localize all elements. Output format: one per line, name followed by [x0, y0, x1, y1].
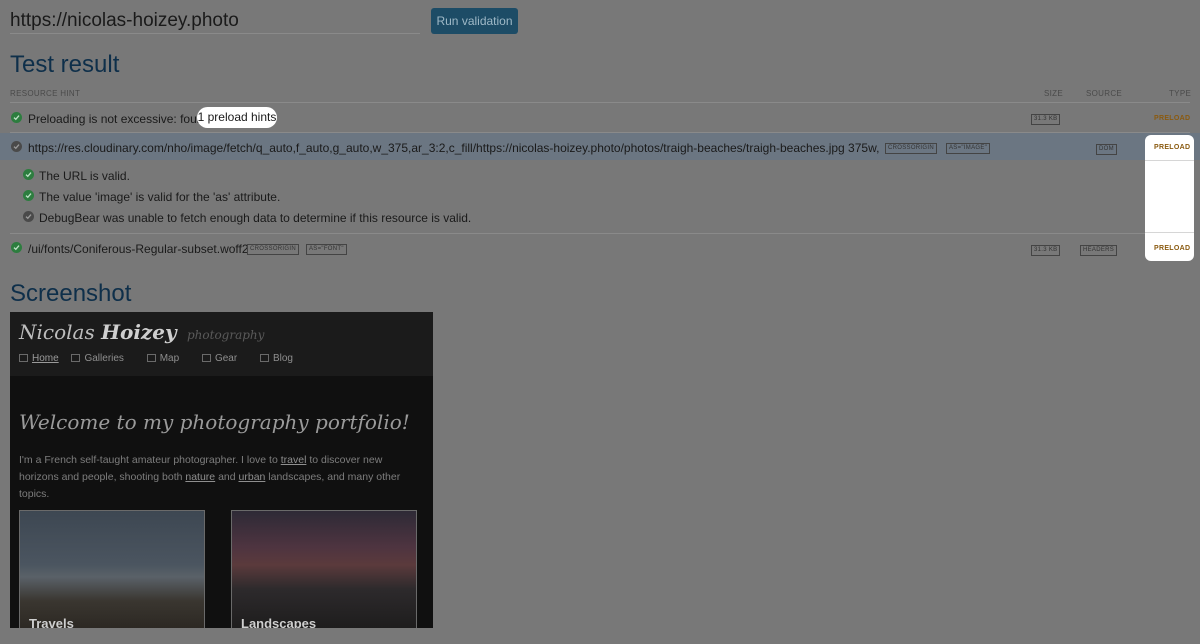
home-icon: [19, 354, 28, 362]
col-resource-hint: RESOURCE HINT: [10, 89, 81, 98]
nav-blog: Blog: [259, 353, 303, 364]
preload-count-highlight: 1 preload hints: [197, 107, 277, 128]
size-badge: 31.3 KB: [1031, 245, 1061, 256]
source-badge: HEADERS: [1080, 245, 1118, 256]
check-text: The URL is valid.: [39, 169, 130, 183]
check-icon: [11, 242, 22, 253]
card-title: Travels: [29, 616, 74, 628]
check-icon: [23, 169, 34, 180]
summary-text: Preloading is not excessive: found: [28, 112, 211, 126]
test-result-heading: Test result: [10, 51, 120, 78]
site-header: Nicolas Hoizey photography Home Gallerie…: [10, 312, 433, 376]
divider: [10, 233, 1190, 234]
gallery-card-landscapes: Landscapes: [231, 510, 417, 628]
as-tag: AS="FONT": [306, 244, 347, 255]
gallery-card-travels: Travels: [19, 510, 205, 628]
run-validation-button[interactable]: Run validation: [431, 8, 518, 34]
nav-home: Home: [19, 353, 59, 364]
brand-sub: photography: [187, 328, 265, 342]
camera-icon: [201, 354, 211, 362]
brand-last: Hoizey: [101, 320, 177, 344]
type-label: PRELOAD: [1154, 144, 1191, 151]
col-type: TYPE: [1169, 89, 1192, 98]
nav-map: Map: [146, 353, 189, 364]
check-icon: [11, 112, 22, 123]
check-text: The value 'image' is valid for the 'as' …: [39, 190, 281, 204]
divider: [10, 102, 1190, 103]
page-screenshot: Nicolas Hoizey photography Home Gallerie…: [10, 312, 433, 628]
check-text: DebugBear was unable to fetch enough dat…: [39, 211, 472, 225]
divider: [1145, 232, 1194, 233]
nav-galleries: Galleries: [71, 353, 133, 364]
hint-url: https://res.cloudinary.com/nho/image/fet…: [28, 141, 880, 155]
divider: [1145, 160, 1194, 161]
site-nav: Home Galleries Map Gear Blog: [19, 353, 313, 364]
site-welcome: Welcome to my photography portfolio!: [19, 410, 410, 434]
hint-url: /ui/fonts/Coniferous-Regular-subset.woff…: [28, 242, 249, 256]
source-badge: DOM: [1096, 144, 1117, 155]
type-column-highlight: PRELOAD PRELOAD: [1145, 135, 1194, 261]
crossorigin-tag: CROSSORIGIN: [885, 143, 937, 154]
check-icon: [23, 190, 34, 201]
check-icon: [11, 141, 22, 152]
type-label: PRELOAD: [1154, 245, 1191, 252]
brand-first: Nicolas: [19, 320, 95, 344]
as-tag: AS="IMAGE": [946, 143, 991, 154]
map-icon: [146, 354, 156, 362]
card-title: Landscapes: [241, 616, 317, 628]
size-badge: 31.3 KB: [1031, 114, 1061, 125]
url-input[interactable]: https://nicolas-hoizey.photo: [10, 8, 420, 34]
col-size: SIZE: [1044, 89, 1063, 98]
type-label: PRELOAD: [1154, 115, 1191, 122]
results-table-header: RESOURCE HINT SIZE SOURCE TYPE: [10, 89, 1192, 101]
site-brand: Nicolas Hoizey photography: [19, 320, 264, 344]
col-source: SOURCE: [1086, 89, 1123, 98]
check-icon: [23, 211, 34, 222]
folder-icon: [71, 354, 81, 362]
nav-gear: Gear: [201, 353, 247, 364]
crossorigin-tag: CROSSORIGIN: [247, 244, 299, 255]
screenshot-heading: Screenshot: [10, 280, 132, 307]
site-intro: I'm a French self-taught amateur photogr…: [19, 454, 401, 500]
blog-icon: [259, 354, 269, 362]
